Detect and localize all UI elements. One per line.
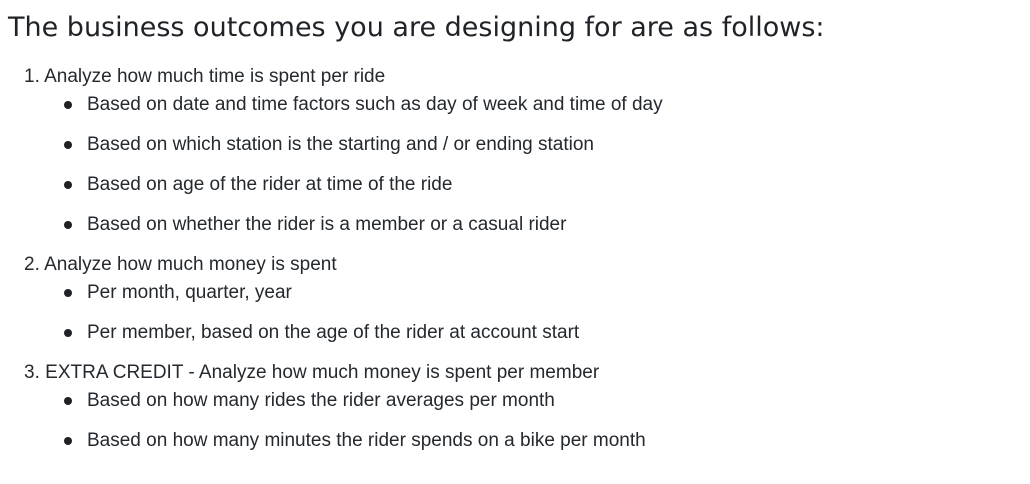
- bullet-icon: [64, 101, 72, 109]
- sub-list-item: Based on which station is the starting a…: [0, 131, 1030, 159]
- bullet-icon: [64, 329, 72, 337]
- sub-item-text: Per month, quarter, year: [87, 282, 292, 303]
- outcome-text: Analyze how much time is spent per ride: [44, 66, 386, 87]
- outcome-number: 1.: [24, 66, 40, 87]
- bullet-icon: [64, 437, 72, 445]
- sub-item-text: Based on which station is the starting a…: [87, 134, 594, 155]
- bullet-icon: [64, 141, 72, 149]
- sub-item-text: Based on date and time factors such as d…: [87, 94, 663, 115]
- sub-list-item: Based on age of the rider at time of the…: [0, 171, 1030, 199]
- sub-list-item: Per member, based on the age of the ride…: [0, 319, 1030, 347]
- sub-item-text: Based on whether the rider is a member o…: [87, 214, 567, 235]
- sub-list-item: Based on whether the rider is a member o…: [0, 211, 1030, 239]
- document-page: The business outcomes you are designing …: [0, 0, 1030, 484]
- outcome-number: 3.: [24, 362, 40, 383]
- sub-list-item: Per month, quarter, year: [0, 279, 1030, 307]
- sub-list-item: Based on how many rides the rider averag…: [0, 387, 1030, 415]
- sub-list-item: Based on how many minutes the rider spen…: [0, 427, 1030, 455]
- sub-item-text: Based on how many minutes the rider spen…: [87, 430, 646, 451]
- outcome-sublist: Based on date and time factors such as d…: [0, 91, 1030, 239]
- outcome-text: Analyze how much money is spent: [44, 254, 337, 275]
- outcomes-list: 1. Analyze how much time is spent per ri…: [0, 63, 1030, 455]
- outcome-text: EXTRA CREDIT - Analyze how much money is…: [45, 362, 600, 383]
- outcome-item: 2. Analyze how much money is spent Per m…: [0, 251, 1030, 347]
- outcome-item: 3. EXTRA CREDIT - Analyze how much money…: [0, 359, 1030, 455]
- outcome-sublist: Per month, quarter, year Per member, bas…: [0, 279, 1030, 347]
- bullet-icon: [64, 221, 72, 229]
- sub-item-text: Based on age of the rider at time of the…: [87, 174, 453, 195]
- bullet-icon: [64, 181, 72, 189]
- outcome-title: 3. EXTRA CREDIT - Analyze how much money…: [0, 359, 1030, 387]
- sub-item-text: Based on how many rides the rider averag…: [87, 390, 555, 411]
- outcome-item: 1. Analyze how much time is spent per ri…: [0, 63, 1030, 239]
- outcome-title: 2. Analyze how much money is spent: [0, 251, 1030, 279]
- sub-list-item: Based on date and time factors such as d…: [0, 91, 1030, 119]
- outcome-sublist: Based on how many rides the rider averag…: [0, 387, 1030, 455]
- outcome-title: 1. Analyze how much time is spent per ri…: [0, 63, 1030, 91]
- sub-item-text: Per member, based on the age of the ride…: [87, 322, 580, 343]
- bullet-icon: [64, 397, 72, 405]
- outcome-number: 2.: [24, 254, 40, 275]
- bullet-icon: [64, 289, 72, 297]
- section-heading: The business outcomes you are designing …: [8, 12, 825, 43]
